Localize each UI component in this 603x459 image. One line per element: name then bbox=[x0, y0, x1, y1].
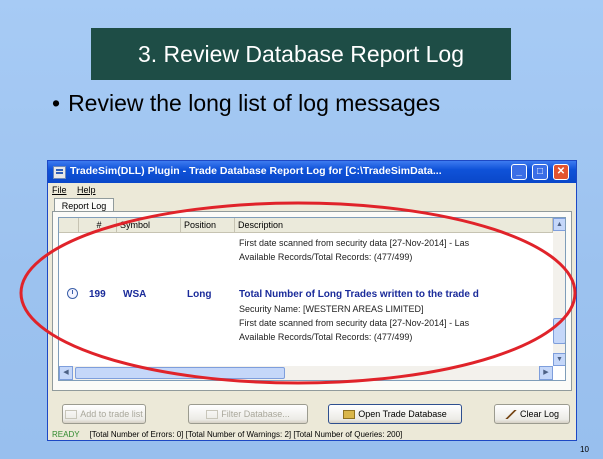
row2-symbol: WSA bbox=[123, 289, 147, 300]
window-titlebar[interactable]: TradeSim(DLL) Plugin - Trade Database Re… bbox=[48, 161, 576, 183]
clock-icon bbox=[67, 288, 78, 299]
vertical-scroll-thumb[interactable] bbox=[553, 318, 565, 344]
scroll-up-icon[interactable]: ▲ bbox=[553, 218, 565, 231]
bullet-point: • Review the long list of log messages bbox=[52, 90, 582, 117]
clear-log-button[interactable]: Clear Log bbox=[494, 404, 570, 424]
status-ready: READY bbox=[52, 430, 80, 439]
row2-position: Long bbox=[187, 289, 212, 300]
scroll-down-icon[interactable]: ▼ bbox=[553, 353, 565, 366]
row2-number: 199 bbox=[89, 289, 106, 300]
maximize-button[interactable]: □ bbox=[532, 164, 548, 180]
close-button[interactable]: ✕ bbox=[553, 164, 569, 180]
status-bar: READY [Total Number of Errors: 0] [Total … bbox=[52, 430, 572, 440]
window-title: TradeSim(DLL) Plugin - Trade Database Re… bbox=[70, 165, 442, 177]
database-icon bbox=[343, 410, 356, 420]
bullet-text: Review the long list of log messages bbox=[68, 90, 441, 116]
header-number[interactable]: # bbox=[79, 218, 117, 232]
horizontal-scroll-thumb[interactable] bbox=[75, 367, 285, 379]
vertical-scrollbar[interactable]: ▲ ▼ bbox=[553, 218, 565, 366]
report-log-window: TradeSim(DLL) Plugin - Trade Database Re… bbox=[47, 160, 577, 441]
status-text: [Total Number of Errors: 0] [Total Numbe… bbox=[89, 430, 403, 439]
menu-bar: File Help bbox=[52, 185, 104, 197]
filter-icon bbox=[206, 410, 219, 420]
tab-report-log[interactable]: Report Log bbox=[54, 198, 114, 212]
add-to-trade-list-button[interactable]: Add to trade list bbox=[62, 404, 146, 424]
row2-line2: Security Name: [WESTERN AREAS LIMITED] bbox=[239, 304, 424, 314]
broom-icon bbox=[504, 410, 517, 420]
row2-line1: Total Number of Long Trades written to t… bbox=[239, 289, 479, 300]
log-grid: # Symbol Position Description First date… bbox=[58, 217, 566, 381]
row1-line1: First date scanned from security data [2… bbox=[239, 238, 470, 248]
scroll-left-icon[interactable]: ◀ bbox=[59, 366, 73, 380]
row2-line3: First date scanned from security data [2… bbox=[239, 318, 470, 328]
row1-line2: Available Records/Total Records: (477/49… bbox=[239, 252, 413, 262]
header-position[interactable]: Position bbox=[181, 218, 235, 232]
grid-header: # Symbol Position Description bbox=[59, 218, 553, 233]
horizontal-scrollbar[interactable]: ◀ ▶ bbox=[59, 366, 553, 380]
app-icon bbox=[53, 166, 66, 179]
add-list-icon bbox=[65, 410, 78, 420]
row2-line4: Available Records/Total Records: (477/49… bbox=[239, 332, 413, 342]
header-symbol[interactable]: Symbol bbox=[117, 218, 181, 232]
slide-title: 3. Review Database Report Log bbox=[91, 28, 511, 80]
header-description[interactable]: Description bbox=[235, 218, 553, 232]
scroll-right-icon[interactable]: ▶ bbox=[539, 366, 553, 380]
bullet-dot: • bbox=[52, 90, 61, 116]
menu-help[interactable]: Help bbox=[77, 185, 96, 195]
minimize-button[interactable]: _ bbox=[511, 164, 527, 180]
header-row-indicator bbox=[59, 218, 79, 232]
menu-file[interactable]: File bbox=[52, 185, 67, 195]
open-trade-database-button[interactable]: Open Trade Database bbox=[328, 404, 462, 424]
page-number: 10 bbox=[580, 445, 589, 454]
filter-database-button[interactable]: Filter Database... bbox=[188, 404, 308, 424]
